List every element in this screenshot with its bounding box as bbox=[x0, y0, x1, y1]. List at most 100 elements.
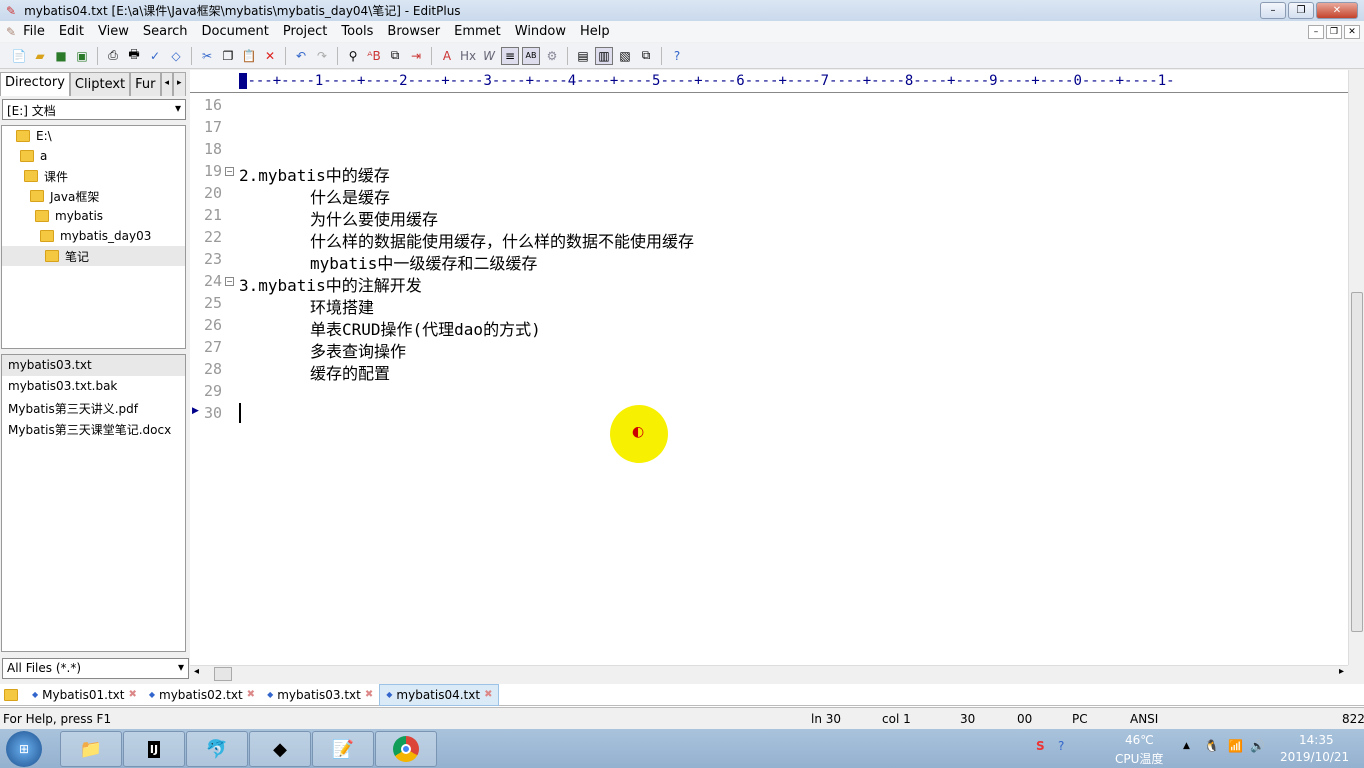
fold-toggle-icon[interactable]: − bbox=[225, 277, 234, 286]
taskbar-intellij-icon[interactable]: IJ bbox=[123, 731, 185, 767]
file-item[interactable]: Mybatis第三天课堂笔记.docx bbox=[2, 418, 185, 439]
close-button[interactable]: ✕ bbox=[1316, 2, 1358, 19]
copy-icon[interactable]: ❐ bbox=[219, 47, 237, 65]
menu-edit[interactable]: Edit bbox=[52, 24, 91, 39]
taskbar-explorer-icon[interactable]: 📁 bbox=[60, 731, 122, 767]
redo-icon[interactable]: ↷ bbox=[313, 47, 331, 65]
settings-icon[interactable]: ⚙ bbox=[543, 47, 561, 65]
tree-item[interactable]: a bbox=[2, 146, 185, 166]
start-button[interactable]: ⊞ bbox=[6, 731, 42, 767]
browser-preview-icon[interactable]: ◇ bbox=[167, 47, 185, 65]
tree-item[interactable]: E:\ bbox=[2, 126, 185, 146]
text-line[interactable]: 什么样的数据能使用缓存，什么样的数据不能使用缓存 bbox=[310, 228, 694, 252]
text-line[interactable]: 缓存的配置 bbox=[310, 360, 390, 384]
taskbar-chrome-icon[interactable] bbox=[375, 731, 437, 767]
taskbar-app-icon[interactable]: ◆ bbox=[249, 731, 311, 767]
text-line[interactable]: 2.mybatis中的缓存 bbox=[239, 162, 390, 186]
close-tab-icon[interactable]: ✖ bbox=[247, 689, 255, 700]
save-icon[interactable]: ■ bbox=[52, 47, 70, 65]
tab-directory[interactable]: Directory bbox=[0, 72, 70, 96]
find-in-files-icon[interactable]: ⧉ bbox=[386, 47, 404, 65]
find-icon[interactable]: ⚲ bbox=[344, 47, 362, 65]
tab-scroll-left[interactable]: ◂ bbox=[160, 72, 174, 96]
menu-view[interactable]: View bbox=[91, 24, 136, 39]
vertical-scrollbar[interactable] bbox=[1348, 70, 1364, 665]
print-preview-icon[interactable]: ⎙ bbox=[104, 47, 122, 65]
taskbar-editplus-icon[interactable]: 📝 bbox=[312, 731, 374, 767]
minimize-button[interactable]: – bbox=[1260, 2, 1286, 19]
tab-scroll-right[interactable]: ▸ bbox=[173, 72, 186, 96]
menu-help[interactable]: Help bbox=[573, 24, 617, 39]
fullscreen-icon[interactable]: ⧉ bbox=[637, 47, 655, 65]
delete-icon[interactable]: ✕ bbox=[261, 47, 279, 65]
cliptext-icon[interactable]: ▧ bbox=[616, 47, 634, 65]
paste-icon[interactable]: 📋 bbox=[240, 47, 258, 65]
scroll-thumb[interactable] bbox=[1351, 292, 1363, 632]
doc-tab[interactable]: ◆ Mybatis01.txt ✖ bbox=[26, 684, 143, 706]
menu-emmet[interactable]: Emmet bbox=[447, 24, 508, 39]
text-line[interactable]: 什么是缓存 bbox=[310, 184, 390, 208]
tree-item-selected[interactable]: 笔记 bbox=[2, 246, 185, 266]
tab-functions[interactable]: Fur bbox=[130, 72, 161, 96]
qq-icon[interactable]: 🐧 bbox=[1204, 739, 1219, 753]
doc-tab[interactable]: ◆ mybatis03.txt ✖ bbox=[261, 684, 379, 706]
help-tray-icon[interactable]: ? bbox=[1058, 739, 1064, 753]
maximize-button[interactable]: ❐ bbox=[1288, 2, 1314, 19]
new-file-icon[interactable]: 📄 bbox=[10, 47, 28, 65]
editor[interactable]: ----+----1----+----2----+----3----+----4… bbox=[190, 70, 1348, 665]
menu-search[interactable]: Search bbox=[136, 24, 195, 39]
save-all-icon[interactable]: ▣ bbox=[73, 47, 91, 65]
tree-item[interactable]: Java框架 bbox=[2, 186, 185, 206]
line-number-icon[interactable]: ≡ bbox=[501, 46, 519, 65]
menu-document[interactable]: Document bbox=[195, 24, 276, 39]
goto-line-icon[interactable]: ⇥ bbox=[407, 47, 425, 65]
spell-check-icon[interactable]: ✓ bbox=[146, 47, 164, 65]
menu-browser[interactable]: Browser bbox=[380, 24, 447, 39]
replace-icon[interactable]: ᴬB bbox=[365, 47, 383, 65]
tree-item[interactable]: 课件 bbox=[2, 166, 185, 186]
file-filter-select[interactable]: All Files (*.*) bbox=[2, 658, 189, 679]
fold-toggle-icon[interactable]: − bbox=[225, 167, 234, 176]
close-tab-icon[interactable]: ✖ bbox=[365, 689, 373, 700]
text-line[interactable]: 单表CRUD操作(代理dao的方式) bbox=[310, 316, 541, 340]
doc-tab[interactable]: ◆ mybatis02.txt ✖ bbox=[143, 684, 261, 706]
doc-close-button[interactable]: ✕ bbox=[1344, 24, 1360, 39]
horizontal-scrollbar[interactable]: ◂ ▸ bbox=[190, 665, 1348, 681]
directory-tree[interactable]: E:\ a 课件 Java框架 mybatis mybatis_day03 笔记 bbox=[1, 125, 186, 349]
font-icon[interactable]: A bbox=[438, 47, 456, 65]
html-toolbar-icon[interactable]: Hx bbox=[459, 47, 477, 65]
close-tab-icon[interactable]: ✖ bbox=[128, 689, 136, 700]
show-hidden-icons[interactable]: ▲ bbox=[1183, 741, 1190, 751]
text-line[interactable]: 多表查询操作 bbox=[310, 338, 406, 362]
volume-icon[interactable]: 🔊 bbox=[1250, 739, 1265, 753]
doc-restore-button[interactable]: ❐ bbox=[1326, 24, 1342, 39]
sogou-icon[interactable]: S bbox=[1036, 739, 1045, 753]
tab-cliptext[interactable]: Cliptext bbox=[69, 72, 131, 96]
text-line[interactable]: mybatis中一级缓存和二级缓存 bbox=[310, 250, 537, 274]
clock-date[interactable]: 2019/10/21 bbox=[1280, 750, 1349, 764]
ruler-icon[interactable]: AB bbox=[522, 46, 540, 65]
cut-icon[interactable]: ✂ bbox=[198, 47, 216, 65]
menu-file[interactable]: File bbox=[16, 24, 52, 39]
menu-tools[interactable]: Tools bbox=[334, 24, 380, 39]
doc-minimize-button[interactable]: – bbox=[1308, 24, 1324, 39]
open-icon[interactable]: ▰ bbox=[31, 47, 49, 65]
scroll-thumb[interactable] bbox=[214, 667, 232, 681]
close-tab-icon[interactable]: ✖ bbox=[484, 689, 492, 700]
file-item[interactable]: Mybatis第三天讲义.pdf bbox=[2, 397, 185, 418]
file-item[interactable]: mybatis03.txt bbox=[2, 355, 185, 376]
help-icon[interactable]: ? bbox=[668, 47, 686, 65]
menu-project[interactable]: Project bbox=[276, 24, 334, 39]
file-item[interactable]: mybatis03.txt.bak bbox=[2, 376, 185, 397]
menu-window[interactable]: Window bbox=[508, 24, 573, 39]
output-window-icon[interactable]: ▤ bbox=[574, 47, 592, 65]
drive-select[interactable]: [E:] 文档 bbox=[2, 99, 186, 120]
undo-icon[interactable]: ↶ bbox=[292, 47, 310, 65]
text-line[interactable]: 3.mybatis中的注解开发 bbox=[239, 272, 422, 296]
text-line[interactable]: 环境搭建 bbox=[310, 294, 374, 318]
word-wrap-icon[interactable]: W bbox=[480, 47, 498, 65]
tree-item[interactable]: mybatis_day03 bbox=[2, 226, 185, 246]
taskbar-mysql-icon[interactable]: 🐬 bbox=[186, 731, 248, 767]
network-icon[interactable]: 📶 bbox=[1228, 739, 1243, 753]
doc-tab-active[interactable]: ◆ mybatis04.txt ✖ bbox=[379, 683, 500, 706]
